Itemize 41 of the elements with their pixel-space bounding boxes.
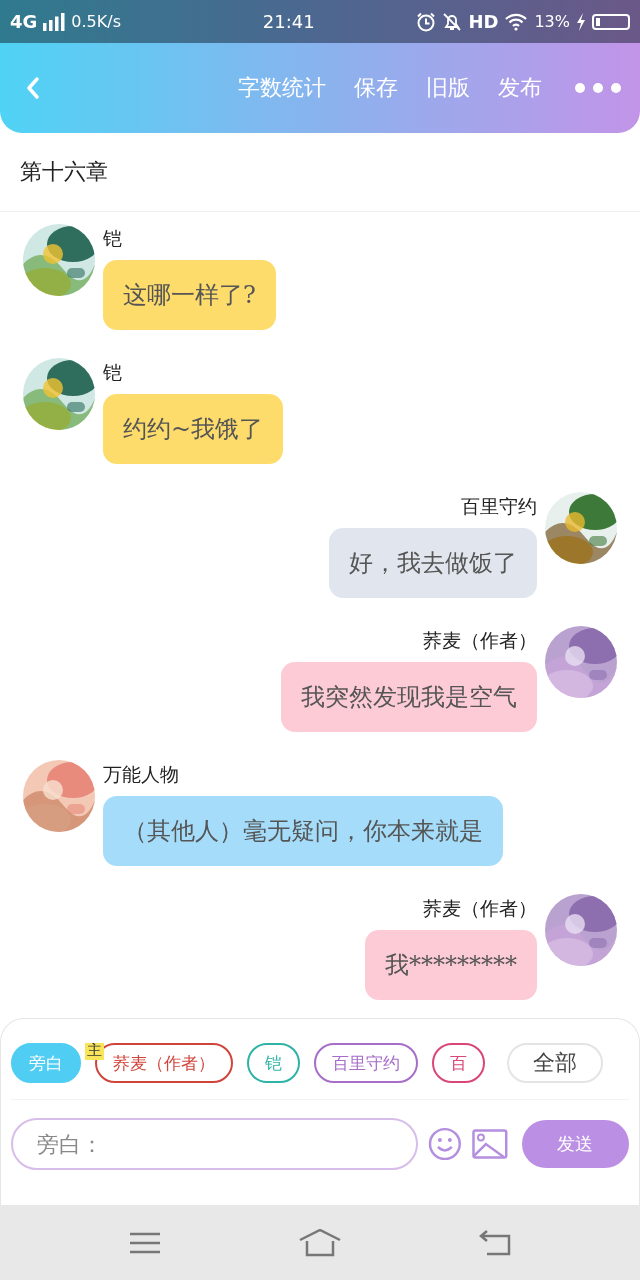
wifi-icon <box>504 12 529 31</box>
input-field[interactable]: 旁白： <box>11 1118 419 1170</box>
message-bubble: 这哪一样了? <box>103 260 276 330</box>
battery-icon <box>592 13 630 30</box>
back-icon[interactable] <box>479 1230 511 1256</box>
header-action[interactable]: 保存 <box>346 69 406 107</box>
sender-name: 百里守约 <box>461 494 537 519</box>
alarm-icon <box>416 11 437 32</box>
header-action[interactable]: 发布 <box>490 69 550 107</box>
network-type: 4G <box>10 11 38 32</box>
emoji-icon[interactable] <box>428 1127 462 1161</box>
network-speed: 0.5K/s <box>71 12 121 31</box>
main-badge: 主 <box>85 1043 104 1060</box>
sender-name: 荞麦（作者） <box>423 896 537 921</box>
message-bubble: （其他人）毫无疑问，你本来就是 <box>103 796 503 866</box>
image-icon[interactable] <box>472 1129 508 1159</box>
character-chip[interactable]: 百 <box>432 1043 485 1083</box>
home-icon[interactable] <box>299 1229 341 1257</box>
character-chip[interactable]: 百里守约 <box>314 1043 418 1083</box>
hd-indicator: HD <box>468 11 499 32</box>
message-bubble: 好，我去做饭了 <box>329 528 537 598</box>
all-button[interactable]: 全部 <box>507 1043 603 1083</box>
message-bubble: 我突然发现我是空气 <box>281 662 537 732</box>
message-bubble: 我********* <box>365 930 537 1000</box>
header-action[interactable]: 字数统计 <box>230 69 334 107</box>
bell-off-icon <box>442 11 463 32</box>
menu-icon[interactable] <box>129 1231 161 1255</box>
message-bubble: 约约~我饿了 <box>103 394 284 464</box>
sender-name: 铠 <box>103 360 122 385</box>
send-button[interactable]: 发送 <box>521 1120 629 1168</box>
battery-percent: 13% <box>534 12 570 31</box>
sender-name: 铠 <box>103 226 122 251</box>
clock: 21:41 <box>262 11 315 32</box>
sender-name: 荞麦（作者） <box>423 628 537 653</box>
charging-icon <box>576 12 586 31</box>
character-chip[interactable]: 铠 <box>247 1043 300 1083</box>
signal-icon <box>43 12 66 31</box>
sender-name: 万能人物 <box>103 762 179 787</box>
header-action[interactable]: 旧版 <box>418 69 478 107</box>
character-chip[interactable]: 旁白 <box>11 1043 81 1083</box>
chapter-title: 第十六章 <box>20 158 108 186</box>
